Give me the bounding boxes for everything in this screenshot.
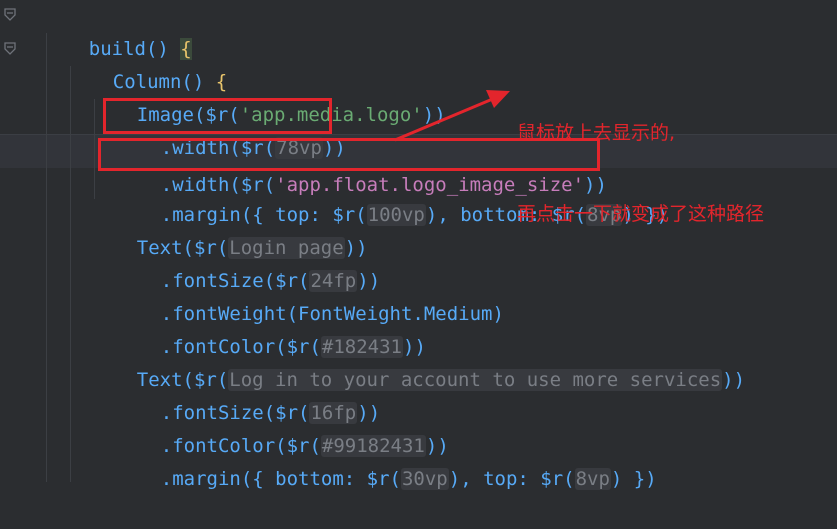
annotation-note: 鼠标放上去显示的, 再点击一下就变成了这种路径 [517,66,817,282]
annotation-line-1: 鼠标放上去显示的, [517,122,676,144]
code-editor[interactable]: build() { Column() { Image($r('app.media… [0,0,837,490]
annotation-line-2: 再点击一下就变成了这种路径 [517,203,765,225]
